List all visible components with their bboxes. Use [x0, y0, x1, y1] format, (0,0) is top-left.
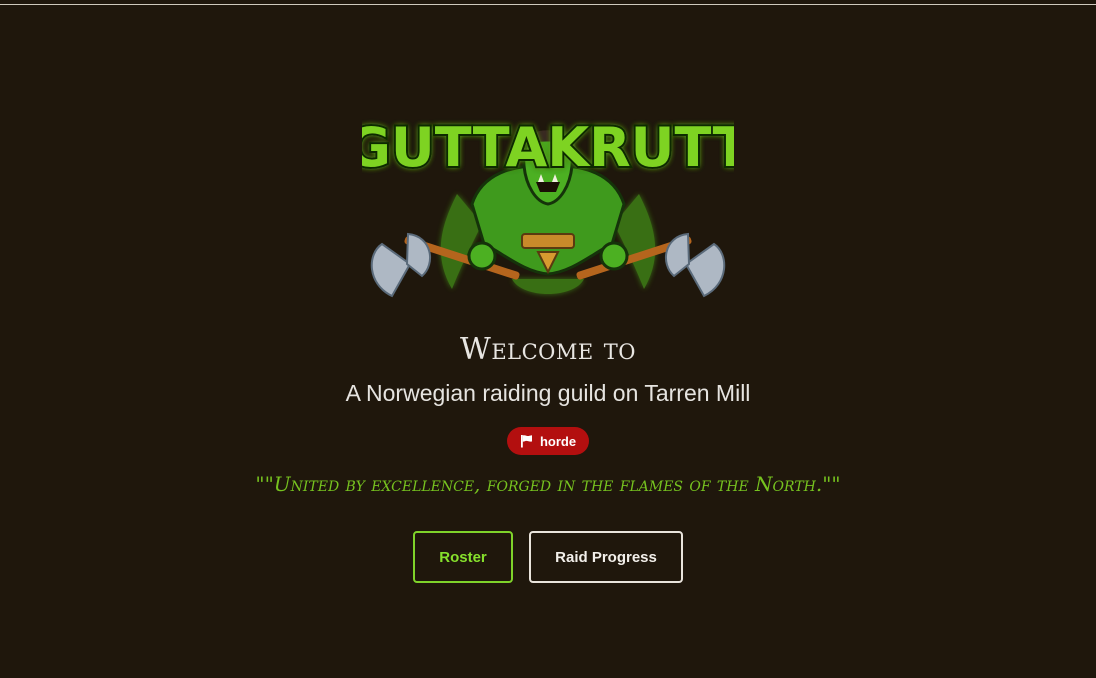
welcome-heading: Welcome to: [460, 332, 636, 367]
faction-label: horde: [539, 433, 577, 449]
flag-icon: [520, 434, 533, 448]
svg-text:GUTTAKRUTT: GUTTAKRUTT: [362, 116, 734, 179]
guild-motto: ""United by excellence, forged in the fl…: [255, 472, 841, 496]
faction-badge: horde: [507, 427, 589, 455]
guild-subtitle: A Norwegian raiding guild on Tarren Mill: [345, 380, 751, 406]
logo-text: GUTTAKRUTT: [362, 114, 734, 181]
hero-section: GUTTAKRUTT Welcome to A Norwegian raidin…: [0, 0, 1096, 678]
raid-progress-button[interactable]: Raid Progress: [529, 531, 683, 583]
roster-button[interactable]: Roster: [413, 531, 513, 583]
guild-logo: GUTTAKRUTT: [362, 114, 734, 298]
